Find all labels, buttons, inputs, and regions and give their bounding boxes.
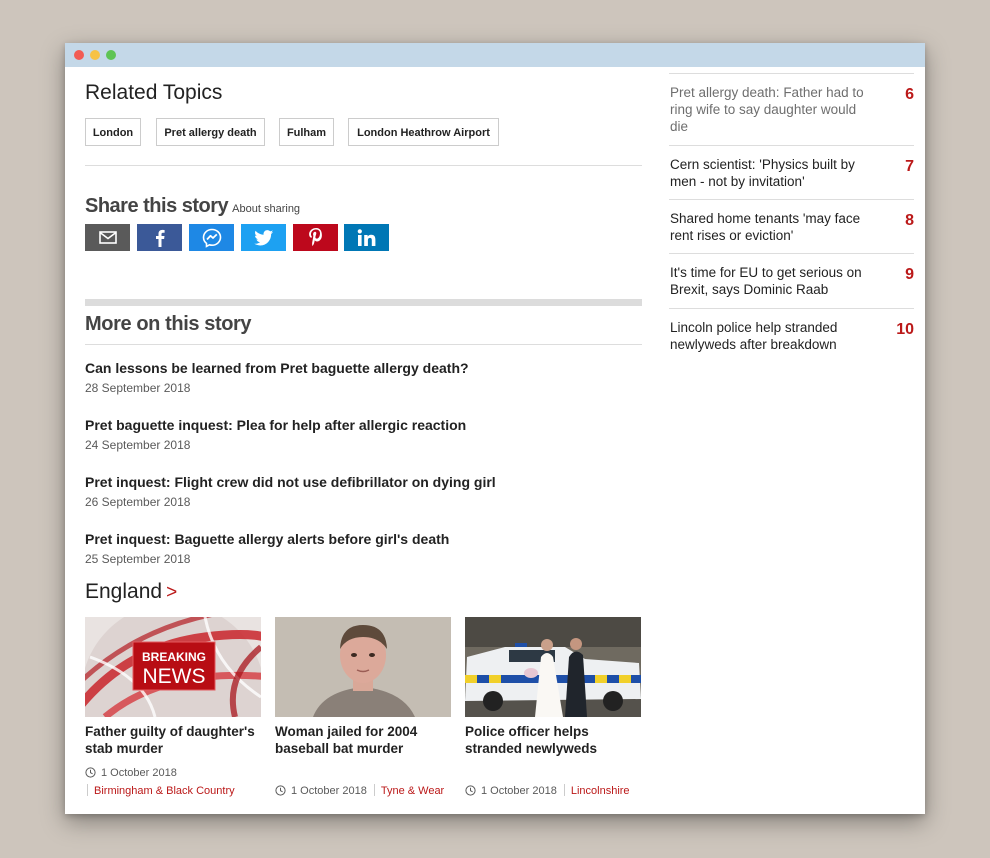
story-item[interactable]: Pret inquest: Flight crew did not use de… (85, 473, 645, 509)
card-location-row: Birmingham & Black Country (85, 784, 261, 798)
most-read-item[interactable]: Pret allergy death: Father had to ring w… (669, 73, 914, 144)
divider (85, 344, 642, 345)
topic-tag-london-heathrow-airport[interactable]: London Heathrow Airport (348, 118, 499, 146)
card-location-link[interactable]: Tyne & Wear (381, 785, 444, 797)
facebook-icon (155, 229, 165, 247)
story-item[interactable]: Pret baguette inquest: Plea for help aft… (85, 416, 645, 452)
story-link[interactable]: Pret baguette inquest: Plea for help aft… (85, 416, 645, 434)
more-on-story-heading: More on this story (85, 313, 252, 335)
story-link[interactable]: Pret inquest: Flight crew did not use de… (85, 473, 645, 491)
meta-separator (373, 784, 375, 796)
card-headline[interactable]: Police officer helps stranded newlyweds (465, 723, 641, 757)
clock-icon (275, 785, 286, 796)
share-messenger-button[interactable] (189, 224, 234, 251)
card-meta-row: 1 October 2018 Lincolnshire (465, 784, 641, 798)
breaking-news-badge-top: BREAKING (142, 650, 206, 664)
most-read-item[interactable]: Cern scientist: 'Physics built by men - … (669, 145, 914, 200)
mugshot-image[interactable] (275, 617, 451, 717)
card-date: 1 October 2018 (291, 785, 367, 797)
linkedin-icon (357, 228, 375, 246)
messenger-icon (202, 228, 221, 248)
story-date: 26 September 2018 (85, 495, 191, 509)
england-section-link[interactable]: England > (85, 580, 177, 604)
share-header: Share this story About sharing (85, 195, 300, 218)
story-date: 25 September 2018 (85, 552, 191, 566)
related-topics-heading: Related Topics (85, 81, 223, 104)
most-read-headline[interactable]: Lincoln police help stranded newlyweds a… (670, 319, 875, 353)
meta-separator (563, 784, 565, 796)
clock-icon (85, 767, 96, 778)
section-divider (85, 299, 642, 306)
topic-tag-fulham[interactable]: Fulham (279, 118, 334, 146)
page-content: Related Topics London Pret allergy death… (65, 67, 925, 814)
most-read-rank: 8 (905, 212, 914, 229)
breaking-news-image[interactable]: BREAKING NEWS (85, 617, 261, 717)
minimize-window-button[interactable] (90, 50, 100, 60)
topic-tag-london[interactable]: London (85, 118, 141, 146)
card-date: 1 October 2018 (481, 785, 557, 797)
most-read-headline[interactable]: It's time for EU to get serious on Brexi… (670, 264, 875, 298)
story-link[interactable]: Can lessons be learned from Pret baguett… (85, 359, 645, 377)
clock-icon (465, 785, 476, 796)
most-read-item[interactable]: Shared home tenants 'may face rent rises… (669, 199, 914, 254)
most-read-rank: 7 (905, 158, 914, 175)
browser-window: Related Topics London Pret allergy death… (65, 43, 925, 814)
share-email-button[interactable] (85, 224, 130, 251)
topic-tag-pret-allergy-death[interactable]: Pret allergy death (156, 118, 265, 146)
story-item[interactable]: Can lessons be learned from Pret baguett… (85, 359, 645, 395)
email-icon (98, 231, 117, 244)
most-read-headline[interactable]: Shared home tenants 'may face rent rises… (670, 210, 875, 244)
most-read-item[interactable]: It's time for EU to get serious on Brexi… (669, 253, 914, 308)
share-title: Share this story (85, 195, 229, 217)
share-facebook-button[interactable] (137, 224, 182, 251)
meta-separator (87, 784, 88, 796)
card-headline[interactable]: Woman jailed for 2004 baseball bat murde… (275, 723, 451, 757)
close-window-button[interactable] (74, 50, 84, 60)
divider (85, 165, 642, 166)
most-read-item[interactable]: Lincoln police help stranded newlyweds a… (669, 308, 914, 363)
police-car-image[interactable] (465, 617, 641, 717)
card-date-row: 1 October 2018 (85, 766, 261, 780)
most-read-headline[interactable]: Pret allergy death: Father had to ring w… (670, 84, 875, 135)
england-heading: England (85, 580, 163, 603)
story-date: 28 September 2018 (85, 381, 191, 395)
most-read-rank: 9 (905, 266, 914, 283)
most-read-rank: 10 (896, 321, 914, 338)
share-twitter-button[interactable] (241, 224, 286, 251)
card-location-link[interactable]: Lincolnshire (571, 785, 630, 797)
card-meta-row: 1 October 2018 Tyne & Wear (275, 784, 451, 798)
story-date: 24 September 2018 (85, 438, 191, 452)
twitter-icon (253, 229, 273, 245)
breaking-news-badge-bottom: NEWS (143, 665, 206, 688)
card-location-link[interactable]: Birmingham & Black Country (94, 785, 235, 797)
most-read-rank: 6 (905, 86, 914, 103)
about-sharing-link[interactable]: About sharing (232, 203, 300, 215)
share-pinterest-button[interactable] (293, 224, 338, 251)
story-item[interactable]: Pret inquest: Baguette allergy alerts be… (85, 530, 645, 566)
share-linkedin-button[interactable] (344, 224, 389, 251)
chevron-right-icon: > (166, 582, 178, 603)
story-link[interactable]: Pret inquest: Baguette allergy alerts be… (85, 530, 645, 548)
maximize-window-button[interactable] (106, 50, 116, 60)
pinterest-icon (308, 228, 322, 246)
window-titlebar (65, 43, 925, 67)
card-headline[interactable]: Father guilty of daughter's stab murder (85, 723, 261, 757)
card-date: 1 October 2018 (101, 767, 177, 779)
most-read-headline[interactable]: Cern scientist: 'Physics built by men - … (670, 156, 875, 190)
